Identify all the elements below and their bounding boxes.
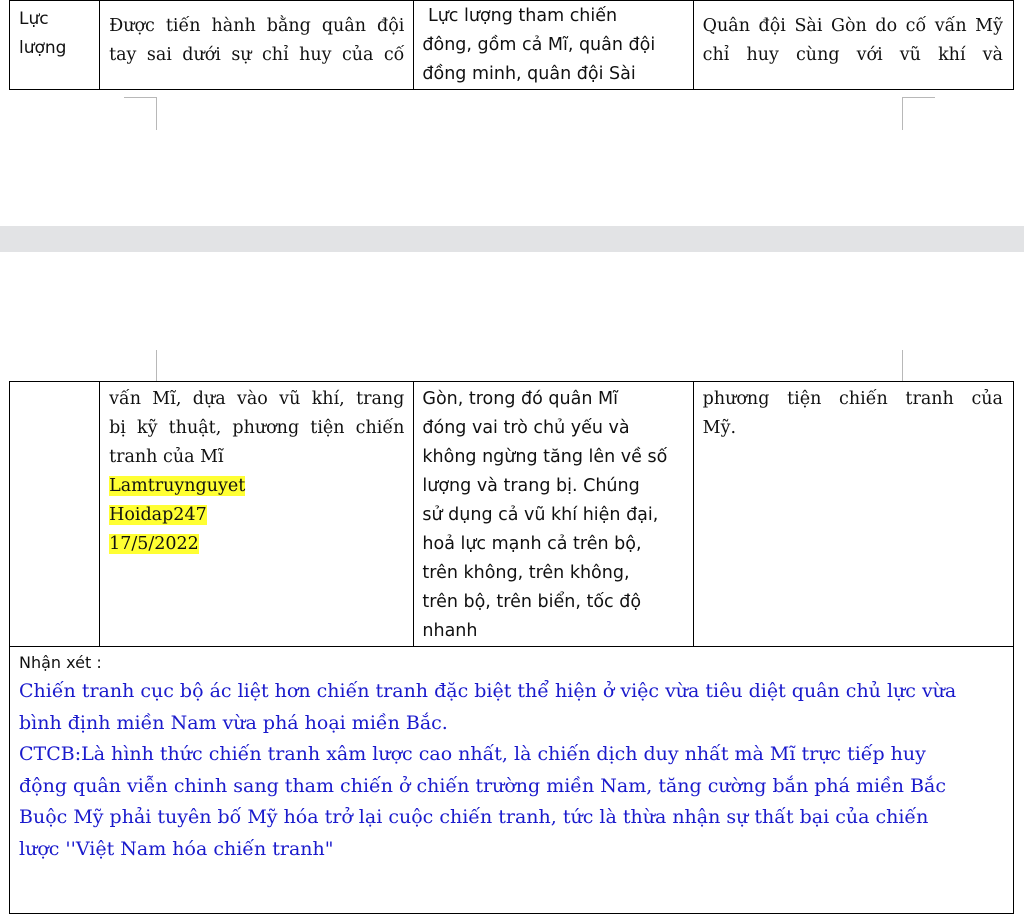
cell-line: tranh của Mĩ	[109, 447, 224, 467]
cell-line: Gòn, trong đó quân Mĩ	[422, 389, 618, 409]
cell-line: trên bộ, trên biển, tốc độ	[422, 592, 642, 612]
highlighted-text: Hoidap247	[109, 505, 207, 525]
cell-line: phương tiện chiến tranh của	[702, 389, 1003, 409]
table-page-2: vấn Mĩ, dựa vào vũ khí, trang bị kỹ thuậ…	[8, 381, 1015, 914]
cell-chien-tranh-dac-biet: Được tiến hành bằng quân đội tay sai dướ…	[99, 0, 415, 90]
crop-mark	[902, 350, 904, 381]
note-line: lược ''Việt Nam hóa chiến tranh"	[19, 837, 334, 860]
cell-line: Lực	[19, 9, 49, 29]
highlight-line: Lamtruynguyet	[109, 472, 404, 501]
cell-line: chỉ huy cùng với vũ khí và	[702, 45, 1003, 65]
cell-line: đóng vai trò chủ yếu và	[422, 418, 630, 438]
cell-line: lượng và trang bị. Chúng	[422, 476, 640, 496]
cell-line: Mỹ.	[702, 418, 737, 438]
cell-line: tay sai dưới sự chỉ huy của cố	[109, 45, 405, 65]
note-line: động quân viễn chinh sang tham chiến ở c…	[19, 774, 947, 797]
cell-chien-tranh-cuc-bo: Lực lượng tham chiến đông, gồm cả Mĩ, qu…	[413, 0, 694, 90]
cell-viet-nam-hoa: Quân đội Sài Gòn do cố vấn Mỹ chỉ huy cù…	[692, 0, 1015, 90]
crop-mark	[156, 350, 158, 381]
note-line: bình định miền Nam vừa phá hoại miền Bắc…	[19, 711, 448, 734]
cell-line: vấn Mĩ, dựa vào vũ khí, trang	[109, 389, 405, 409]
crop-mark	[124, 97, 157, 130]
note-line: CTCB:Là hình thức chiến tranh xâm lược c…	[19, 743, 926, 765]
crop-mark	[902, 97, 935, 130]
note-line: Chiến tranh cục bộ ác liệt hơn chiến tra…	[19, 680, 957, 702]
cell-line: trên không, trên không,	[422, 563, 630, 583]
note-line: Buộc Mỹ phải tuyên bố Mỹ hóa trở lại cuộ…	[19, 806, 929, 828]
cell-line: sử dụng cả vũ khí hiện đại,	[422, 505, 659, 525]
note-body: Chiến tranh cục bộ ác liệt hơn chiến tra…	[19, 676, 1004, 865]
table-row: Lực lượng Được tiến hành bằng quân đội t…	[8, 0, 1015, 90]
highlighted-text: 17/5/2022	[109, 534, 199, 554]
note-heading: Nhận xét :	[19, 653, 102, 672]
cell-line: nhanh	[422, 621, 478, 641]
cell-line: hoả lực mạnh cả trên bộ,	[422, 534, 642, 554]
cell-line: đông, gồm cả Mĩ, quân đội	[422, 35, 656, 55]
table-row: Nhận xét : Chiến tranh cục bộ ác liệt hơ…	[9, 646, 1014, 914]
cell-line: lượng	[19, 38, 67, 58]
table-row: vấn Mĩ, dựa vào vũ khí, trang bị kỹ thuậ…	[8, 381, 1015, 647]
page-separator	[0, 226, 1024, 252]
cell-nhan-xet: Nhận xét : Chiến tranh cục bộ ác liệt hơ…	[9, 646, 1014, 914]
cell-chien-tranh-cuc-bo: Gòn, trong đó quân Mĩ đóng vai trò chủ y…	[413, 381, 694, 647]
cell-empty	[8, 381, 101, 647]
highlighted-text: Lamtruynguyet	[109, 476, 246, 496]
cell-line: Được tiến hành bằng quân đội	[109, 16, 405, 36]
cell-line: bị kỹ thuật, phương tiện chiến	[109, 418, 405, 438]
highlight-line: 17/5/2022	[109, 530, 404, 559]
cell-luc-luong: Lực lượng	[8, 0, 101, 90]
cell-line: không ngừng tăng lên về số	[422, 447, 668, 467]
cell-chien-tranh-dac-biet: vấn Mĩ, dựa vào vũ khí, trang bị kỹ thuậ…	[99, 381, 415, 647]
cell-line: Lực lượng tham chiến	[422, 6, 618, 26]
highlight-line: Hoidap247	[109, 501, 404, 530]
cell-viet-nam-hoa: phương tiện chiến tranh của Mỹ.	[692, 381, 1015, 647]
cell-line: Quân đội Sài Gòn do cố vấn Mỹ	[702, 16, 1003, 36]
cell-line: đồng minh, quân đội Sài	[422, 64, 636, 84]
table-page-1: Lực lượng Được tiến hành bằng quân đội t…	[8, 0, 1015, 90]
